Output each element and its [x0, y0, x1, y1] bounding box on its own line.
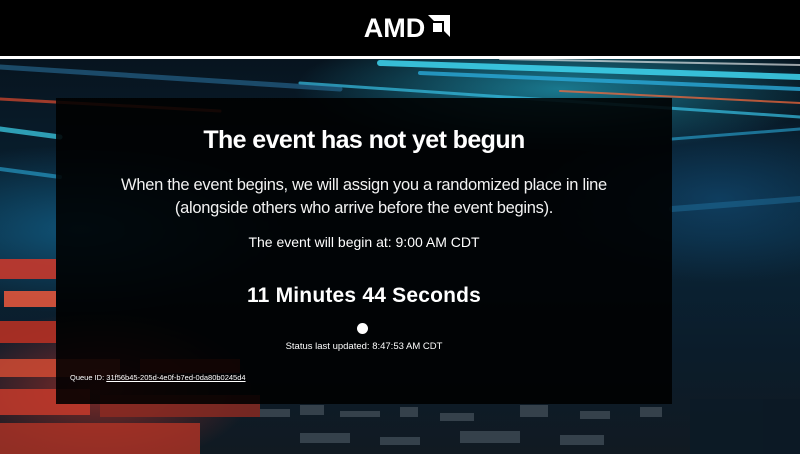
queue-id-label: Queue ID:: [70, 373, 105, 382]
site-header: AMD: [0, 0, 800, 56]
event-description: When the event begins, we will assign yo…: [121, 176, 607, 217]
amd-arrow-logo-icon: [428, 14, 451, 42]
amd-logo[interactable]: AMD: [363, 12, 451, 43]
event-start-time: The event will begin at: 9:00 AM CDT: [248, 234, 480, 250]
queue-id-link[interactable]: 31f56b45-205d-4e0f-b7ed-0da80b0245d4: [106, 373, 245, 382]
status-last-updated: Status last updated: 8:47:53 AM CDT: [285, 341, 443, 352]
queue-status-panel: The event has not yet begun When the eve…: [56, 98, 672, 404]
page-title: The event has not yet begun: [203, 126, 525, 154]
loading-dot-icon: [357, 323, 368, 334]
queue-id: Queue ID: 31f56b45-205d-4e0f-b7ed-0da80b…: [70, 373, 246, 382]
countdown-timer: 11 Minutes 44 Seconds: [246, 284, 482, 307]
header-divider: [0, 56, 800, 59]
logo-text: AMD: [363, 12, 426, 43]
queue-page: AMD The event has not yet begun When the…: [0, 0, 800, 454]
